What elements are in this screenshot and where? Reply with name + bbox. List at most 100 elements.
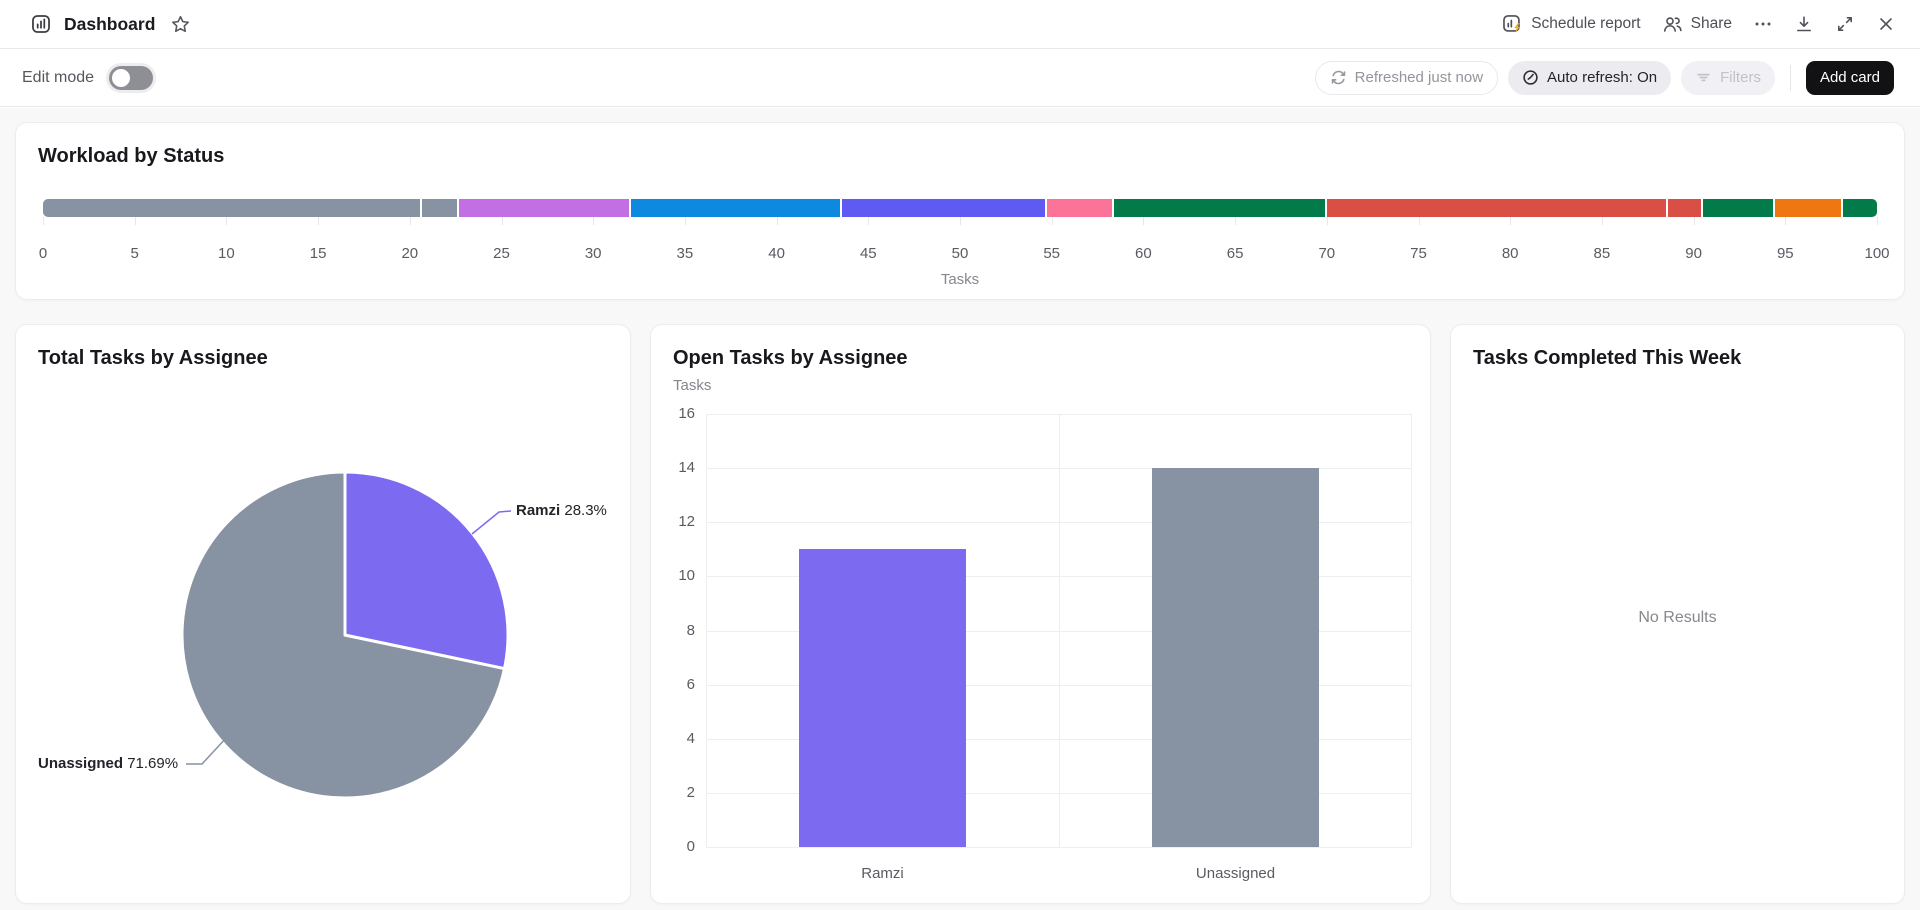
workload-status-segment[interactable] [422,199,456,217]
axis-tick-label: 80 [1502,245,1519,262]
expand-icon[interactable] [1835,14,1855,34]
card-open-tasks-by-assignee: Open Tasks by Assignee Tasks 02468101214… [650,324,1431,904]
auto-refresh-label: Auto refresh: On [1547,69,1657,86]
stacked-bar [43,199,1877,217]
axis-tick [960,217,961,225]
bar-ramzi[interactable] [799,549,966,847]
y-axis-tick-label: 2 [651,784,695,801]
workload-status-segment[interactable] [1114,199,1324,217]
gridline-horizontal [706,847,1412,848]
card-title: Tasks Completed This Week [1473,346,1882,370]
card-workload-by-status: Workload by Status 051015202530354045505… [15,122,1905,300]
axis-tick [1877,217,1878,225]
axis-tick [777,217,778,225]
x-axis-category-label: Ramzi [861,865,904,882]
workload-status-segment[interactable] [459,199,630,217]
y-axis-tick-label: 4 [651,730,695,747]
add-card-label: Add card [1820,69,1880,86]
workload-status-segment[interactable] [43,199,420,217]
card-title: Workload by Status [38,144,1882,168]
pie-label-unassigned: Unassigned 71.69% [38,755,178,772]
axis-tick [1785,217,1786,225]
axis-tick [1694,217,1695,225]
card-tasks-completed-this-week: Tasks Completed This Week No Results [1450,324,1905,904]
dashboard-icon [30,13,52,35]
axis-tick-label: 85 [1594,245,1611,262]
refresh-status-button[interactable]: Refreshed just now [1315,61,1498,95]
y-axis-tick-label: 16 [651,405,695,422]
axis-tick-label: 40 [768,245,785,262]
axis-tick [135,217,136,225]
axis-tick-label: 90 [1685,245,1702,262]
axis-tick-label: 30 [585,245,602,262]
axis-tick [593,217,594,225]
edit-mode-toggle[interactable] [109,66,153,90]
pie-slice-ramzi[interactable] [345,472,508,669]
clock-icon [1522,69,1539,86]
workload-status-segment[interactable] [1843,199,1877,217]
filters-button[interactable]: Filters [1681,61,1775,95]
favorite-star-icon[interactable] [170,14,191,35]
workload-status-segment[interactable] [1668,199,1701,217]
page-title: Dashboard [64,14,155,35]
y-axis-tick-label: 10 [651,567,695,584]
axis-tick-label: 75 [1410,245,1427,262]
workload-status-segment[interactable] [842,199,1045,217]
pie-chart [16,325,632,905]
axis-tick-label: 15 [310,245,327,262]
axis-tick-label: 45 [860,245,877,262]
share-button[interactable]: Share [1662,14,1732,35]
toolbar-divider [1790,65,1791,91]
axis-tick [1327,217,1328,225]
no-results-text: No Results [1451,609,1904,627]
axis-tick-label: 100 [1864,245,1889,262]
axis-tick [868,217,869,225]
refresh-icon [1330,69,1347,86]
workload-status-segment[interactable] [1775,199,1840,217]
axis-tick-label: 55 [1043,245,1060,262]
gridline-vertical [1059,414,1060,847]
axis-tick-label: 35 [677,245,694,262]
dashboard-toolbar: Edit mode Refreshed just now Auto refres… [0,49,1920,107]
schedule-report-icon [1501,13,1523,35]
share-label: Share [1691,15,1732,33]
filter-icon [1695,69,1712,86]
filters-label: Filters [1720,69,1761,86]
pie-label-value: 71.69% [127,755,178,772]
pie-label-ramzi: Ramzi 28.3% [516,502,607,519]
y-axis-tick-label: 6 [651,676,695,693]
y-axis-title: Tasks [673,377,1408,394]
axis-tick [410,217,411,225]
gridline-vertical [1411,414,1412,847]
download-icon[interactable] [1794,14,1814,34]
bar-unassigned[interactable] [1152,468,1319,847]
axis-tick-label: 60 [1135,245,1152,262]
axis-tick-label: 95 [1777,245,1794,262]
axis-tick [1419,217,1420,225]
pie-label-value: 28.3% [564,502,607,519]
add-card-button[interactable]: Add card [1806,61,1894,95]
auto-refresh-button[interactable]: Auto refresh: On [1508,61,1671,95]
refreshed-label: Refreshed just now [1355,69,1483,86]
close-icon[interactable] [1876,14,1896,34]
toggle-knob [112,69,130,87]
workload-status-segment[interactable] [1703,199,1774,217]
axis-tick [502,217,503,225]
x-axis-category-label: Unassigned [1196,865,1275,882]
workload-status-segment[interactable] [631,199,840,217]
window-header: Dashboard Schedule report [0,0,1920,49]
axis-tick-label: 10 [218,245,235,262]
workload-status-segment[interactable] [1327,199,1666,217]
card-total-tasks-by-assignee: Total Tasks by Assignee Ramzi 28.3% Unas… [15,324,631,904]
y-axis-tick-label: 0 [651,838,695,855]
more-options-icon[interactable] [1753,14,1773,34]
axis-tick [1143,217,1144,225]
axis-tick-label: 65 [1227,245,1244,262]
y-axis-labels: 0246810121416 [651,414,695,847]
workload-status-segment[interactable] [1047,199,1112,217]
share-icon [1662,14,1683,35]
pie-label-name: Unassigned [38,755,123,772]
axis-tick [1602,217,1603,225]
schedule-report-button[interactable]: Schedule report [1501,13,1640,35]
axis-ticks [43,217,1877,225]
